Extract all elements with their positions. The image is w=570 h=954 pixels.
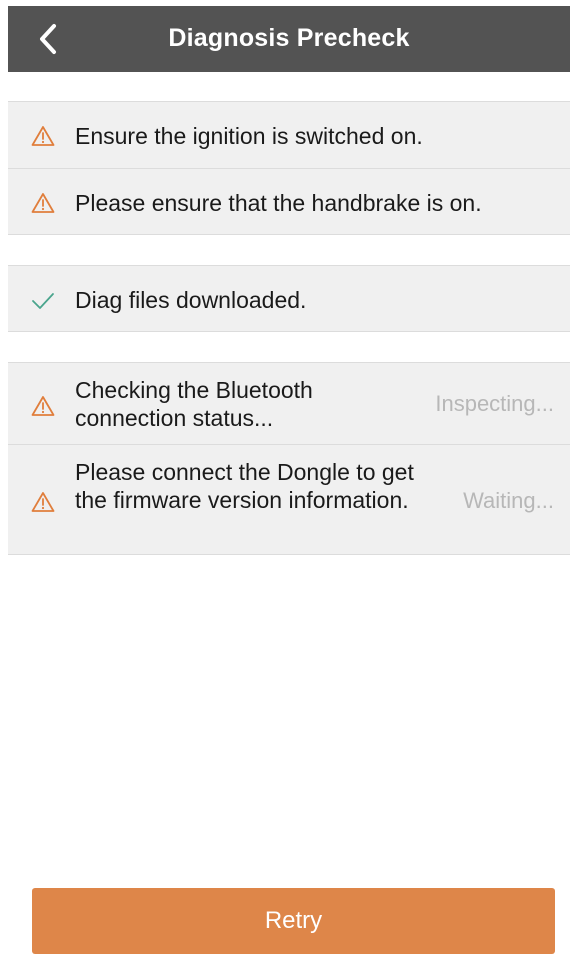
item-text: Checking the Bluetooth connection status…	[75, 377, 313, 431]
item-text: Please connect the Dongle to get the fir…	[75, 459, 414, 513]
page-title: Diagnosis Precheck	[168, 24, 410, 52]
item-text: Ensure the ignition is switched on.	[75, 123, 423, 149]
nav-header: Diagnosis Precheck	[8, 6, 570, 72]
list-item: Please connect the Dongle to get the fir…	[8, 444, 570, 555]
warning-icon	[30, 489, 56, 515]
precheck-group-files: Diag files downloaded.	[8, 265, 570, 332]
check-icon	[30, 287, 56, 313]
warning-icon	[30, 190, 56, 216]
status-text: Inspecting...	[435, 391, 554, 416]
precheck-group-conditions: Ensure the ignition is switched on. Plea…	[8, 101, 570, 235]
status-text: Waiting...	[463, 488, 554, 513]
precheck-group-connection: Checking the Bluetooth connection status…	[8, 362, 570, 555]
retry-button[interactable]: Retry	[32, 888, 555, 954]
list-item: Ensure the ignition is switched on.	[8, 101, 570, 168]
item-text: Please ensure that the handbrake is on.	[75, 190, 482, 216]
list-item: Please ensure that the handbrake is on.	[8, 168, 570, 235]
warning-icon	[30, 393, 56, 419]
item-text: Diag files downloaded.	[75, 287, 307, 313]
list-item: Diag files downloaded.	[8, 265, 570, 332]
list-item: Checking the Bluetooth connection status…	[8, 362, 570, 444]
warning-icon	[30, 123, 56, 149]
